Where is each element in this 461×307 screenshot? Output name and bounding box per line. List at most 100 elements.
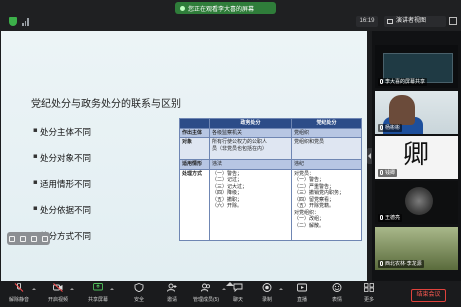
cell-line: 违纪 bbox=[294, 161, 305, 167]
caret-up-icon[interactable] bbox=[110, 288, 114, 290]
participant-name: 王德亮 bbox=[378, 214, 403, 222]
mic-icon bbox=[380, 79, 383, 84]
security-shield-icon[interactable] bbox=[9, 17, 17, 26]
slide-title: 党纪处分与政务处分的联系与区别 bbox=[31, 99, 181, 110]
row-header: 处理方式 bbox=[179, 168, 210, 241]
settings-icon[interactable] bbox=[41, 235, 48, 242]
table-row: 对象 所有行使公权力的公职人 员（非党员也包括在内） 党组织和党员 bbox=[179, 137, 362, 160]
cell-line: 各级监察机关 bbox=[212, 129, 243, 136]
screenshot-icon[interactable] bbox=[30, 235, 37, 242]
bullet-item: 处分对象不同 bbox=[33, 152, 91, 178]
pen-icon[interactable] bbox=[9, 235, 16, 242]
live-dot-icon bbox=[180, 5, 185, 11]
participant-tile[interactable]: 卿 钱卿 bbox=[375, 136, 458, 179]
share-banner-text: 您正在观看李大喜的屏幕 bbox=[188, 6, 255, 13]
toolbar-label: 共享屏幕 bbox=[87, 297, 108, 303]
avatar bbox=[405, 187, 433, 215]
end-meeting-button[interactable]: 结束会议 bbox=[411, 289, 446, 302]
shared-slide: 党纪处分与政务处分的联系与区别 处分主体不同 处分对象不同 适用情形不同 处分依… bbox=[1, 31, 367, 281]
invite-icon bbox=[167, 283, 177, 292]
grid-icon bbox=[387, 19, 393, 24]
start-video-button[interactable]: 开启视频 bbox=[43, 283, 73, 303]
table-row: 适用情形 违法 违纪 bbox=[179, 159, 362, 170]
toolbar-label: 开启视频 bbox=[47, 297, 68, 303]
video-off-icon bbox=[53, 283, 63, 292]
chat-button[interactable]: 聊天 bbox=[223, 283, 253, 303]
members-icon bbox=[201, 283, 211, 292]
manage-members-button[interactable]: 管理成员(5) bbox=[191, 283, 221, 303]
mic-muted-icon bbox=[14, 283, 24, 292]
security-button[interactable]: 安全 bbox=[124, 283, 154, 303]
participant-name: 钱卿 bbox=[378, 169, 398, 177]
mic-icon bbox=[380, 261, 383, 266]
cell-line: 违法 bbox=[212, 161, 223, 167]
table-cell: 违法 bbox=[209, 159, 292, 170]
table-cell: 各级监察机关 bbox=[209, 127, 292, 138]
reactions-button[interactable]: 表情 bbox=[322, 283, 352, 303]
participant-tile[interactable]: 李大喜的屏幕共享 bbox=[375, 45, 458, 88]
toolbar-label: 直播 bbox=[296, 297, 307, 303]
table-cell: 党组织 bbox=[291, 127, 362, 138]
participant-panel: 李大喜的屏幕共享 杨彬彬 卿 钱卿 王德亮 西北农林·李龙源 bbox=[372, 31, 461, 281]
meeting-window: 您正在观看李大喜的屏幕 16:19 演讲者视图 党纪处分与政务处分的联系与区别 … bbox=[0, 0, 461, 307]
annotation-toolbar[interactable] bbox=[7, 232, 50, 245]
shield-icon bbox=[134, 283, 144, 292]
avatar-calligraphy: 卿 bbox=[403, 140, 430, 170]
bullet-item: 处分主体不同 bbox=[33, 126, 91, 152]
participant-tile[interactable]: 王德亮 bbox=[375, 181, 458, 224]
toolbar-label: 聊天 bbox=[232, 297, 243, 303]
caret-up-icon[interactable] bbox=[70, 288, 74, 290]
screen-share-banner[interactable]: 您正在观看李大喜的屏幕 bbox=[175, 2, 276, 14]
row-header: 适用情形 bbox=[179, 159, 210, 170]
participant-name-text: 杨彬彬 bbox=[385, 125, 401, 131]
mic-icon bbox=[380, 170, 383, 175]
invite-button[interactable]: 邀请 bbox=[157, 283, 187, 303]
live-button[interactable]: 直播 bbox=[287, 283, 317, 303]
toolbar-label: 管理成员(5) bbox=[192, 297, 220, 303]
network-signal-icon[interactable] bbox=[22, 18, 30, 26]
share-screen-icon bbox=[93, 283, 103, 291]
table-cell: 违纪 bbox=[291, 159, 362, 170]
table-cell: 所有行使公权力的公职人 员（非党员也包括在内） bbox=[209, 137, 292, 160]
share-screen-button[interactable]: 共享屏幕 bbox=[83, 283, 113, 303]
bottom-toolbar: 解除静音 开启视频 共享屏幕 安全 邀请 管理成员(5) 聊天 录制 直播 表情… bbox=[0, 281, 461, 307]
caret-up-icon[interactable] bbox=[279, 288, 283, 290]
participant-name-text: 王德亮 bbox=[385, 215, 401, 221]
table-row: 作出主体 各级监察机关 党组织 bbox=[179, 127, 362, 138]
chat-icon bbox=[233, 283, 243, 292]
view-mode-button[interactable]: 演讲者视图 bbox=[384, 16, 446, 27]
emoji-icon bbox=[332, 283, 342, 292]
meeting-timer: 16:19 bbox=[356, 16, 378, 27]
participant-name: 西北农林·李龙源 bbox=[378, 260, 424, 268]
fullscreen-icon[interactable] bbox=[449, 17, 457, 25]
toolbar-label: 更多 bbox=[363, 297, 374, 303]
table-cell: （一）警告； （二）记过； （三）记大过； （四）降级； （五）撤职； （六）开… bbox=[209, 168, 292, 241]
participant-name-text: 钱卿 bbox=[385, 170, 396, 176]
mic-icon bbox=[380, 125, 383, 130]
comparison-table: 政务处分 党纪处分 作出主体 各级监察机关 党组织 对象 所有行使公权力的公职人… bbox=[179, 118, 362, 241]
mic-icon bbox=[380, 215, 383, 220]
live-icon bbox=[297, 283, 307, 292]
toolbar-label: 邀请 bbox=[166, 297, 177, 303]
toolbar-label: 安全 bbox=[133, 297, 144, 303]
record-button[interactable]: 录制 bbox=[252, 283, 282, 303]
video-person bbox=[389, 95, 415, 125]
cell-line: 党组织 bbox=[294, 129, 310, 136]
bullet-item: 适用情形不同 bbox=[33, 178, 91, 204]
record-icon bbox=[262, 283, 272, 292]
participant-name-text: 西北农林·李龙源 bbox=[385, 261, 422, 267]
eraser-icon[interactable] bbox=[20, 235, 27, 242]
table-cell: 党组织和党员 bbox=[291, 137, 362, 160]
unmute-button[interactable]: 解除静音 bbox=[4, 283, 34, 303]
participant-name: 李大喜的屏幕共享 bbox=[378, 78, 428, 86]
more-button[interactable]: 更多 bbox=[354, 283, 384, 303]
participant-tile[interactable]: 西北农林·李龙源 bbox=[375, 227, 458, 270]
cell-line: 员（非党员也包括在内） bbox=[212, 145, 268, 152]
participant-tile[interactable]: 杨彬彬 bbox=[375, 91, 458, 134]
caret-up-icon[interactable] bbox=[32, 288, 36, 290]
top-bar: 您正在观看李大喜的屏幕 16:19 演讲者视图 bbox=[0, 0, 461, 31]
row-header: 作出主体 bbox=[179, 127, 210, 138]
toolbar-label: 解除静音 bbox=[8, 297, 29, 303]
table-header-blank bbox=[179, 118, 210, 129]
table-header: 党纪处分 bbox=[291, 118, 362, 129]
